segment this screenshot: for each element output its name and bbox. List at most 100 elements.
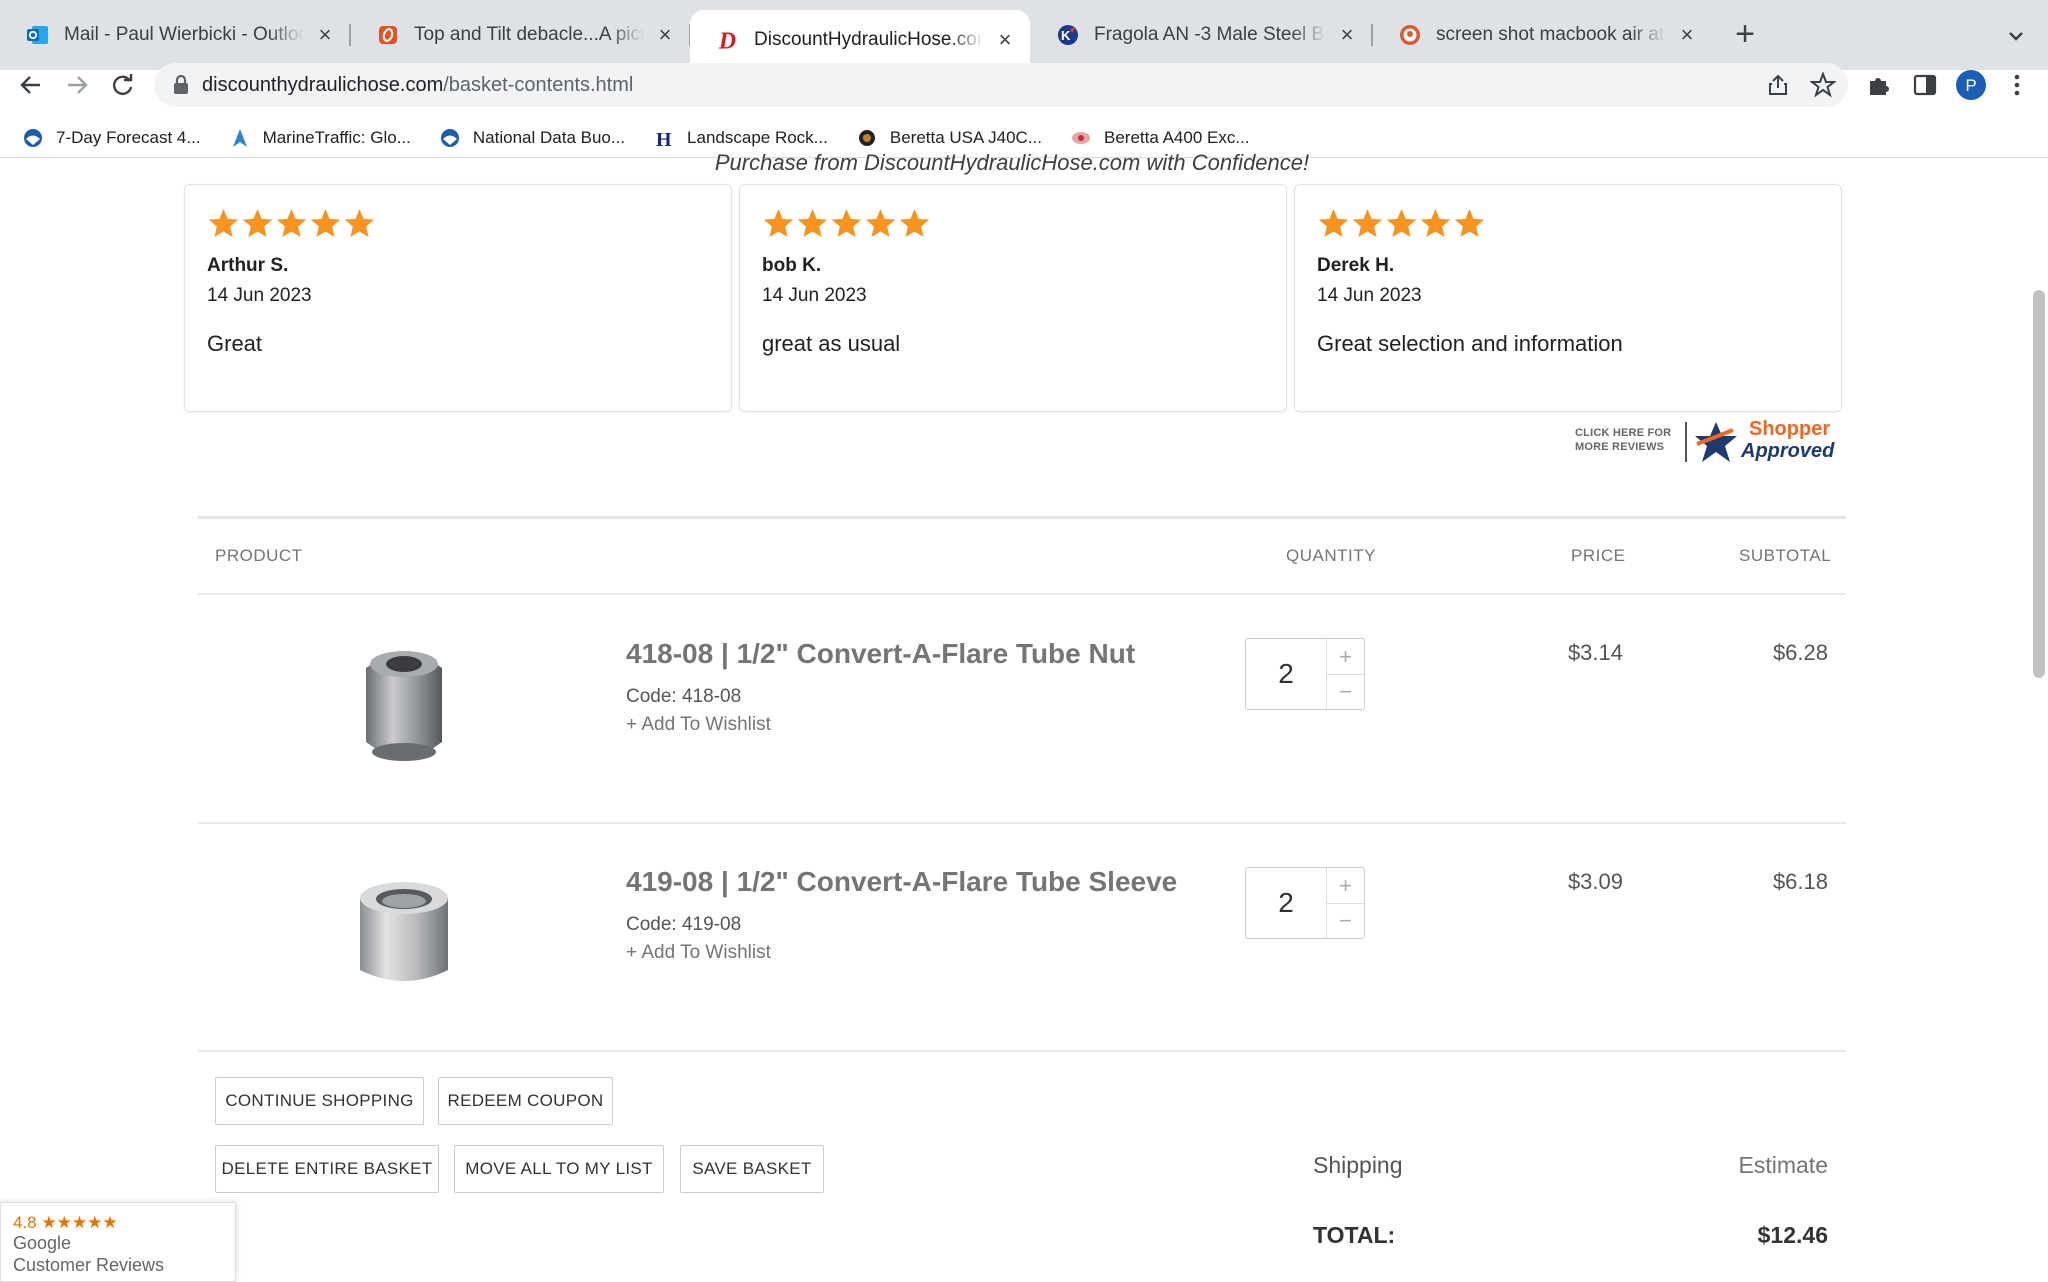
customer-reviews-label: Customer Reviews bbox=[13, 1255, 165, 1275]
forum-icon bbox=[376, 23, 400, 47]
reviewer-name: Arthur S. bbox=[207, 255, 289, 276]
outlook-icon bbox=[26, 23, 50, 47]
tab-fragola[interactable]: K Fragola AN -3 Male Steel Banjo × bbox=[1030, 10, 1373, 60]
forward-arrow-icon[interactable] bbox=[60, 68, 94, 102]
beretta-icon bbox=[1070, 127, 1092, 149]
star-icon bbox=[797, 209, 828, 237]
lock-icon[interactable] bbox=[172, 74, 190, 101]
close-icon[interactable]: × bbox=[652, 22, 678, 48]
extensions-puzzle-icon[interactable] bbox=[1862, 68, 1896, 102]
product-image-tube-sleeve[interactable] bbox=[344, 870, 464, 1000]
shopper-approved-brand: Approved bbox=[1741, 440, 1835, 462]
redeem-coupon-button[interactable]: REDEEM COUPON bbox=[438, 1077, 613, 1125]
shipping-label: Shipping bbox=[1313, 1152, 1403, 1178]
decrement-minus-icon[interactable]: − bbox=[1327, 903, 1364, 938]
header-quantity: QUANTITY bbox=[1286, 546, 1376, 565]
new-tab-plus-icon[interactable]: + bbox=[1728, 17, 1762, 52]
decrement-minus-icon[interactable]: − bbox=[1327, 674, 1364, 709]
star-icon bbox=[763, 209, 794, 237]
tab-duckduckgo[interactable]: screen shot macbook air at DuckDuckGo × bbox=[1372, 10, 1712, 60]
google-customer-reviews-badge[interactable]: 4.8 ★★★★★ Google Customer Reviews bbox=[0, 1202, 236, 1282]
bookmark-label: Landscape Rock... bbox=[687, 128, 828, 147]
bookmark-star-icon[interactable] bbox=[1809, 71, 1837, 103]
tab-title: Top and Tilt debacle...A pictorial bbox=[414, 24, 644, 45]
bookmark-beretta-j40c[interactable]: Beretta USA J40C... bbox=[856, 127, 1042, 149]
bookmark-forecast[interactable]: 7-Day Forecast 4... bbox=[22, 127, 201, 149]
bookmark-ndbc[interactable]: National Data Buo... bbox=[439, 127, 625, 149]
url-domain: discounthydraulichose.com bbox=[202, 74, 444, 96]
add-to-wishlist-link[interactable]: + Add To Wishlist bbox=[626, 714, 771, 736]
tab-title: screen shot macbook air at DuckDuckGo bbox=[1436, 24, 1666, 45]
close-icon[interactable]: × bbox=[1674, 22, 1700, 48]
move-all-to-my-list-button[interactable]: MOVE ALL TO MY LIST bbox=[454, 1145, 664, 1193]
reload-icon[interactable] bbox=[106, 68, 140, 102]
tab-forum[interactable]: Top and Tilt debacle...A pictorial × bbox=[350, 10, 691, 60]
divider bbox=[1685, 422, 1687, 462]
star-icon bbox=[1420, 209, 1451, 237]
tab-outlook[interactable]: Mail - Paul Wierbicki - Outlook × bbox=[0, 10, 351, 60]
rating-stars bbox=[207, 207, 377, 240]
scrollbar-thumb[interactable] bbox=[2033, 290, 2045, 678]
close-icon[interactable]: × bbox=[1334, 22, 1360, 48]
back-arrow-icon[interactable] bbox=[14, 68, 48, 102]
rating-value: 4.8 bbox=[13, 1213, 37, 1232]
tab-discounthydraulichose[interactable]: D DiscountHydraulicHose.com: Your × bbox=[690, 10, 1030, 70]
star-icon bbox=[1352, 209, 1383, 237]
close-icon[interactable]: × bbox=[992, 27, 1018, 53]
shopper-approved-link[interactable]: CLICK HERE FOR MORE REVIEWS Shopper Appro… bbox=[1575, 418, 1845, 466]
product-image-tube-nut[interactable] bbox=[344, 640, 464, 770]
click-line-2: MORE REVIEWS bbox=[1575, 441, 1665, 453]
close-icon[interactable]: × bbox=[312, 22, 338, 48]
more-menu-icon[interactable] bbox=[2000, 68, 2034, 102]
star-icon bbox=[1454, 209, 1485, 237]
item-price: $3.09 bbox=[1567, 869, 1623, 894]
noaa-icon bbox=[22, 127, 44, 149]
delete-entire-basket-button[interactable]: DELETE ENTIRE BASKET bbox=[215, 1145, 439, 1193]
increment-plus-icon[interactable]: + bbox=[1327, 868, 1364, 904]
share-icon[interactable] bbox=[1766, 73, 1790, 102]
review-date: 14 Jun 2023 bbox=[207, 285, 312, 306]
review-card: Derek H. 14 Jun 2023 Great selection and… bbox=[1294, 184, 1842, 412]
bookmark-marinetraffic[interactable]: MarineTraffic: Glo... bbox=[229, 127, 411, 149]
divider bbox=[198, 593, 1846, 595]
increment-plus-icon[interactable]: + bbox=[1327, 639, 1364, 675]
header-subtotal: SUBTOTAL bbox=[1739, 546, 1832, 565]
bookmark-label: National Data Buo... bbox=[472, 128, 626, 147]
review-date: 14 Jun 2023 bbox=[1317, 285, 1422, 306]
more-reviews-text: CLICK HERE FOR MORE REVIEWS bbox=[1575, 426, 1671, 454]
quantity-stepper: 2 + − bbox=[1245, 867, 1365, 939]
google-rating: 4.8 ★★★★★ bbox=[13, 1213, 118, 1233]
tab-title: Mail - Paul Wierbicki - Outlook bbox=[64, 24, 304, 45]
rating-stars: ★★★★★ bbox=[41, 1213, 118, 1232]
avatar-initial: P bbox=[1965, 76, 1976, 95]
rating-stars bbox=[762, 207, 932, 240]
url-text: discounthydraulichose.com/basket-content… bbox=[202, 74, 633, 97]
product-name-link[interactable]: 418-08 | 1/2" Convert-A-Flare Tube Nut bbox=[626, 638, 1135, 670]
total-value: $12.46 bbox=[1757, 1222, 1828, 1248]
address-bar[interactable]: discounthydraulichose.com/basket-content… bbox=[154, 63, 1848, 107]
continue-shopping-button[interactable]: CONTINUE SHOPPING bbox=[215, 1077, 424, 1125]
star-icon bbox=[1386, 209, 1417, 237]
review-text: Great selection and information bbox=[1317, 331, 1623, 356]
chevron-down-icon[interactable] bbox=[2002, 22, 2030, 50]
star-icon bbox=[208, 209, 239, 237]
item-subtotal: $6.18 bbox=[1772, 869, 1828, 894]
review-text: Great bbox=[207, 331, 263, 356]
review-card: Arthur S. 14 Jun 2023 Great bbox=[184, 184, 732, 412]
add-to-wishlist-link[interactable]: + Add To Wishlist bbox=[626, 942, 771, 964]
product-name-link[interactable]: 419-08 | 1/2" Convert-A-Flare Tube Sleev… bbox=[626, 866, 1177, 898]
tab-title: DiscountHydraulicHose.com: Your bbox=[754, 29, 984, 50]
quantity-stepper: 2 + − bbox=[1245, 638, 1365, 710]
quantity-input[interactable]: 2 bbox=[1246, 868, 1327, 938]
tab-strip: Mail - Paul Wierbicki - Outlook × Top an… bbox=[0, 0, 2048, 70]
shipping-estimate-link[interactable]: Estimate bbox=[1640, 1152, 1828, 1179]
google-label: Google bbox=[13, 1233, 72, 1253]
side-panel-icon[interactable] bbox=[1908, 68, 1942, 102]
save-basket-button[interactable]: SAVE BASKET bbox=[680, 1145, 824, 1193]
star-icon bbox=[831, 209, 862, 237]
bookmark-beretta-a400[interactable]: Beretta A400 Exc... bbox=[1070, 127, 1250, 149]
review-text: great as usual bbox=[762, 331, 901, 356]
bookmark-landscape-rock[interactable]: H Landscape Rock... bbox=[653, 127, 828, 149]
avatar[interactable]: P bbox=[1954, 68, 1988, 102]
quantity-input[interactable]: 2 bbox=[1246, 639, 1327, 709]
